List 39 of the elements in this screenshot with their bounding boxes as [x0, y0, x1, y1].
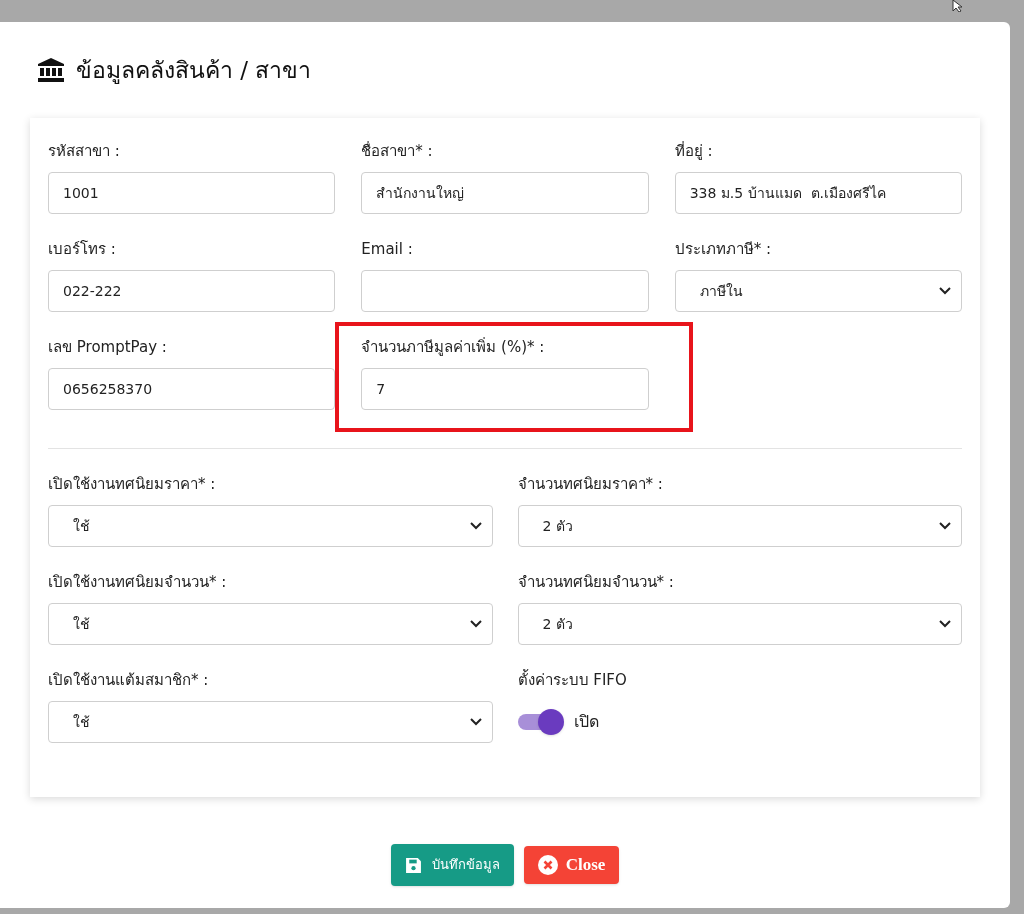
- select-dropdown[interactable]: 2 ตัว: [517, 603, 962, 645]
- field-label: เปิดใช้งานแต้มสมาชิก* :: [48, 670, 210, 691]
- chevron-down-icon: [939, 522, 951, 530]
- toggle-switch[interactable]: [517, 709, 564, 735]
- chevron-down-icon: [939, 620, 951, 628]
- field-label: ประเภทภาษี* :: [674, 239, 772, 260]
- field-label: เลข PromptPay :: [48, 337, 168, 358]
- chevron-down-icon: [469, 620, 482, 628]
- field-label: ชื่อสาขา* :: [361, 140, 434, 162]
- select-dropdown[interactable]: ใช้: [48, 603, 493, 645]
- close-button[interactable]: Close: [523, 846, 620, 884]
- text-field[interactable]: 1001: [48, 172, 336, 214]
- field-label: เปิดใช้งานทศนิยมราคา* :: [48, 474, 217, 495]
- select-dropdown[interactable]: ใช้: [48, 701, 493, 743]
- select-dropdown[interactable]: ใช้: [48, 505, 493, 547]
- text-field[interactable]: 0656258370: [48, 368, 336, 410]
- field-label: ตั้งค่าระบบ FIFO: [517, 669, 628, 691]
- field-label: เปิดใช้งานทศนิยมจำนวน* :: [48, 572, 228, 593]
- chevron-down-icon: [469, 718, 482, 726]
- field-label: เบอร์โทร :: [48, 239, 117, 260]
- select-dropdown[interactable]: 2 ตัว: [517, 505, 962, 547]
- field-label: ที่อยู่ :: [674, 140, 714, 162]
- field-label: จำนวนทศนิยมราคา* :: [517, 474, 664, 495]
- close-icon: [537, 855, 558, 875]
- toggle-label: เปิด: [573, 711, 599, 733]
- field-label: Email :: [361, 239, 414, 260]
- chevron-down-icon: [939, 287, 951, 295]
- field-label: จำนวนภาษีมูลค่าเพิ่ม (%)* :: [361, 336, 546, 358]
- chevron-down-icon: [469, 522, 482, 530]
- text-field[interactable]: [361, 270, 649, 312]
- text-field[interactable]: 022-222: [48, 270, 336, 312]
- field-label: รหัสสาขา :: [48, 141, 121, 162]
- field-label: จำนวนทศนิยมจำนวน* :: [517, 572, 675, 593]
- text-field[interactable]: สำนักงานใหญ่: [361, 172, 649, 214]
- text-field[interactable]: 338 ม.5 บ้านแมด ต.เมืองศรีไค: [674, 172, 962, 214]
- bank-icon: [38, 58, 64, 82]
- dialog-title: ข้อมูลคลังสินค้า / สาขา: [76, 55, 312, 86]
- select-dropdown[interactable]: ภาษีใน: [674, 270, 962, 312]
- text-field[interactable]: 7: [361, 368, 649, 410]
